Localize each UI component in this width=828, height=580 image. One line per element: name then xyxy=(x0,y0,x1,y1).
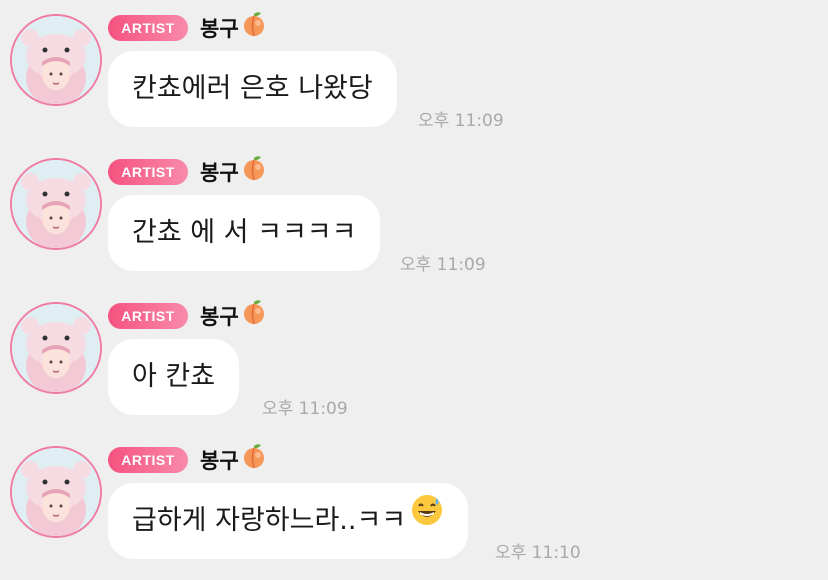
avatar[interactable] xyxy=(10,158,102,250)
message-bubble[interactable]: 간쵸 에 서 ㅋㅋㅋㅋ xyxy=(108,195,381,271)
sender-name: 봉구 xyxy=(200,11,267,45)
message-text: 급하게 자랑하느라..ㅋㅋ xyxy=(132,505,407,536)
artist-badge: ARTIST xyxy=(108,159,188,185)
sender-name-label: 봉구 xyxy=(200,449,239,473)
avatar-illustration-icon xyxy=(12,16,100,104)
message-item: ARTIST 봉구 간쵸 에 서 ㅋㅋㅋㅋ 오후 11:09 xyxy=(0,144,828,288)
peach-icon xyxy=(241,155,267,189)
message-text: 간쵸 에 서 ㅋㅋㅋㅋ xyxy=(132,217,357,248)
avatar[interactable] xyxy=(10,302,102,394)
message-item: ARTIST 봉구 칸쵸에러 은호 나왔당 오후 11:09 xyxy=(0,0,828,144)
timestamp: 오후 11:10 xyxy=(495,543,581,563)
artist-badge: ARTIST xyxy=(108,15,188,41)
message-item: ARTIST 봉구 급하게 자랑하느라..ㅋㅋ 오후 11:10 xyxy=(0,432,828,576)
peach-icon xyxy=(241,443,267,477)
message-bubble[interactable]: 급하게 자랑하느라..ㅋㅋ xyxy=(108,481,469,559)
avatar-illustration-icon xyxy=(12,448,100,536)
avatar[interactable] xyxy=(10,446,102,538)
timestamp: 오후 11:09 xyxy=(400,255,486,275)
peach-icon xyxy=(241,299,267,333)
message-item: ARTIST 봉구 아 칸쵸 오후 11:09 xyxy=(0,288,828,432)
avatar[interactable] xyxy=(10,14,102,106)
grinning-sweat-icon xyxy=(410,481,444,557)
message-text: 칸쵸에러 은호 나왔당 xyxy=(132,73,373,104)
avatar-illustration-icon xyxy=(12,160,100,248)
sender-name: 봉구 xyxy=(200,443,267,477)
artist-badge: ARTIST xyxy=(108,447,188,473)
message-text: 아 칸쵸 xyxy=(132,361,216,392)
sender-name: 봉구 xyxy=(200,155,267,189)
sender-name-label: 봉구 xyxy=(200,17,239,41)
timestamp: 오후 11:09 xyxy=(262,399,348,419)
sender-name-label: 봉구 xyxy=(200,305,239,329)
peach-icon xyxy=(241,11,267,45)
artist-badge: ARTIST xyxy=(108,303,188,329)
sender-name-label: 봉구 xyxy=(200,161,239,185)
message-bubble[interactable]: 아 칸쵸 xyxy=(108,339,240,415)
sender-name: 봉구 xyxy=(200,299,267,333)
chat-list: ARTIST 봉구 칸쵸에러 은호 나왔당 오후 11:09 ARTIST 봉구… xyxy=(0,0,828,580)
timestamp: 오후 11:09 xyxy=(418,111,504,131)
avatar-illustration-icon xyxy=(12,304,100,392)
message-bubble[interactable]: 칸쵸에러 은호 나왔당 xyxy=(108,51,397,127)
